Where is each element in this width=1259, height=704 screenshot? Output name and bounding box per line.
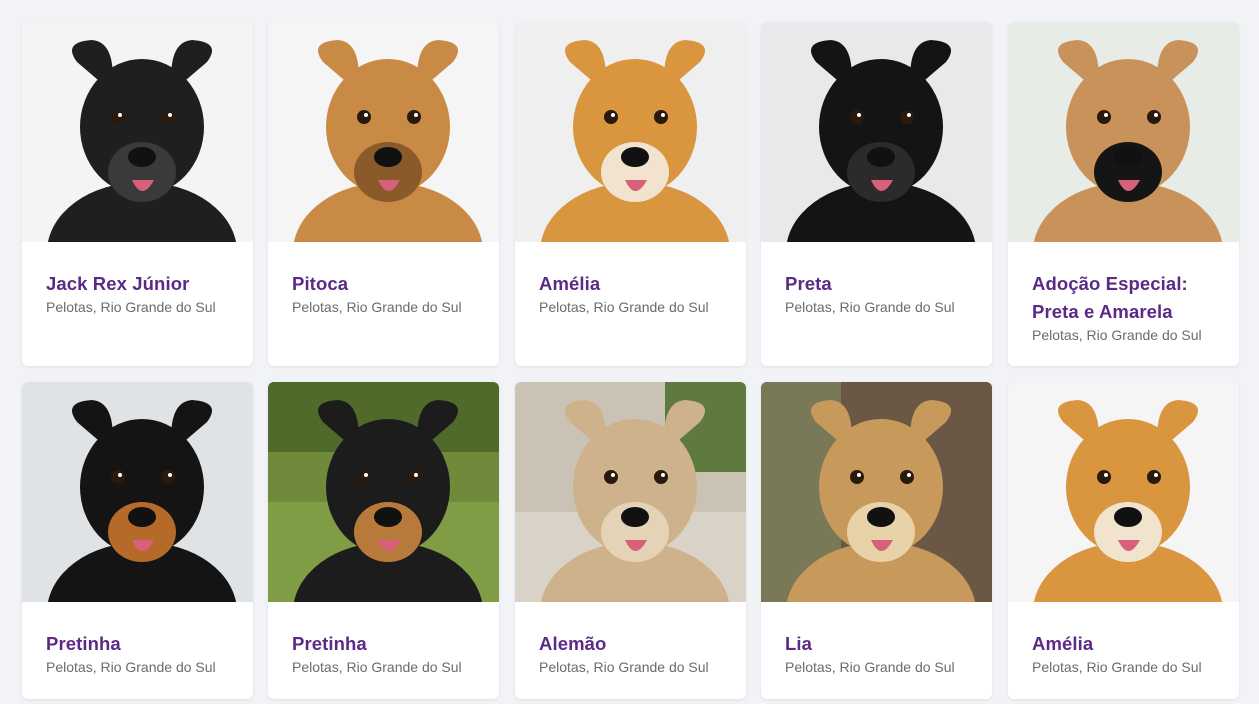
pet-name[interactable]: Amélia bbox=[539, 270, 722, 298]
pet-location: Pelotas, Rio Grande do Sul bbox=[46, 659, 216, 675]
pet-info: Lia Pelotas, Rio Grande do Sul bbox=[761, 602, 992, 676]
pet-photo[interactable] bbox=[761, 22, 992, 242]
pet-card[interactable]: Jack Rex Júnior Pelotas, Rio Grande do Su… bbox=[22, 22, 253, 366]
pet-location: Pelotas, Rio Grande do Sul bbox=[1032, 327, 1202, 343]
pet-name[interactable]: Amélia bbox=[1032, 630, 1215, 658]
pet-name[interactable]: Preta bbox=[785, 270, 968, 298]
pet-location: Pelotas, Rio Grande do Sul bbox=[785, 299, 955, 315]
pet-card[interactable]: Lia Pelotas, Rio Grande do Sul bbox=[761, 382, 992, 699]
pet-location: Pelotas, Rio Grande do Sul bbox=[292, 659, 462, 675]
pet-location: Pelotas, Rio Grande do Sul bbox=[539, 659, 709, 675]
pet-card[interactable]: Pitoca Pelotas, Rio Grande do Sul bbox=[268, 22, 499, 366]
pet-info: Pretinha Pelotas, Rio Grande do Sul bbox=[22, 602, 253, 676]
pet-photo[interactable] bbox=[268, 382, 499, 602]
pet-info: Pretinha Pelotas, Rio Grande do Sul bbox=[268, 602, 499, 676]
pet-name[interactable]: Pitoca bbox=[292, 270, 475, 298]
pet-card[interactable]: Amélia Pelotas, Rio Grande do Sul bbox=[1008, 382, 1239, 699]
pet-photo[interactable] bbox=[268, 22, 499, 242]
pet-info: Amélia Pelotas, Rio Grande do Sul bbox=[515, 242, 746, 316]
pet-info: Pitoca Pelotas, Rio Grande do Sul bbox=[268, 242, 499, 316]
pet-name[interactable]: Pretinha bbox=[46, 630, 229, 658]
pet-photo[interactable] bbox=[761, 382, 992, 602]
pet-location: Pelotas, Rio Grande do Sul bbox=[292, 299, 462, 315]
pet-location: Pelotas, Rio Grande do Sul bbox=[46, 299, 216, 315]
pet-photo[interactable] bbox=[515, 22, 746, 242]
pet-card[interactable]: Preta Pelotas, Rio Grande do Sul bbox=[761, 22, 992, 366]
pet-name[interactable]: Jack Rex Júnior bbox=[46, 270, 229, 298]
pet-info: Alemão Pelotas, Rio Grande do Sul bbox=[515, 602, 746, 676]
pet-photo[interactable] bbox=[22, 22, 253, 242]
pet-card[interactable]: Amélia Pelotas, Rio Grande do Sul bbox=[515, 22, 746, 366]
pet-card[interactable]: Pretinha Pelotas, Rio Grande do Sul bbox=[22, 382, 253, 699]
pet-location: Pelotas, Rio Grande do Sul bbox=[539, 299, 709, 315]
pet-photo[interactable] bbox=[22, 382, 253, 602]
pet-name[interactable]: Lia bbox=[785, 630, 968, 658]
pet-info: Jack Rex Júnior Pelotas, Rio Grande do Su… bbox=[22, 242, 253, 316]
pet-info: Amélia Pelotas, Rio Grande do Sul bbox=[1008, 602, 1239, 676]
pet-photo[interactable] bbox=[515, 382, 746, 602]
pet-location: Pelotas, Rio Grande do Sul bbox=[785, 659, 955, 675]
pet-location: Pelotas, Rio Grande do Sul bbox=[1032, 659, 1202, 675]
pet-card[interactable]: Pretinha Pelotas, Rio Grande do Sul bbox=[268, 382, 499, 699]
pet-name[interactable]: Adoção Especial: Preta e Amarela bbox=[1032, 270, 1215, 326]
pet-photo[interactable] bbox=[1008, 382, 1239, 602]
pet-info: Adoção Especial: Preta e Amarela Pelotas,… bbox=[1008, 242, 1239, 344]
pet-card[interactable]: Adoção Especial: Preta e Amarela Pelotas,… bbox=[1008, 22, 1239, 366]
pet-card[interactable]: Alemão Pelotas, Rio Grande do Sul bbox=[515, 382, 746, 699]
pet-name[interactable]: Alemão bbox=[539, 630, 722, 658]
pet-name[interactable]: Pretinha bbox=[292, 630, 475, 658]
pet-photo[interactable] bbox=[1008, 22, 1239, 242]
pet-info: Preta Pelotas, Rio Grande do Sul bbox=[761, 242, 992, 316]
